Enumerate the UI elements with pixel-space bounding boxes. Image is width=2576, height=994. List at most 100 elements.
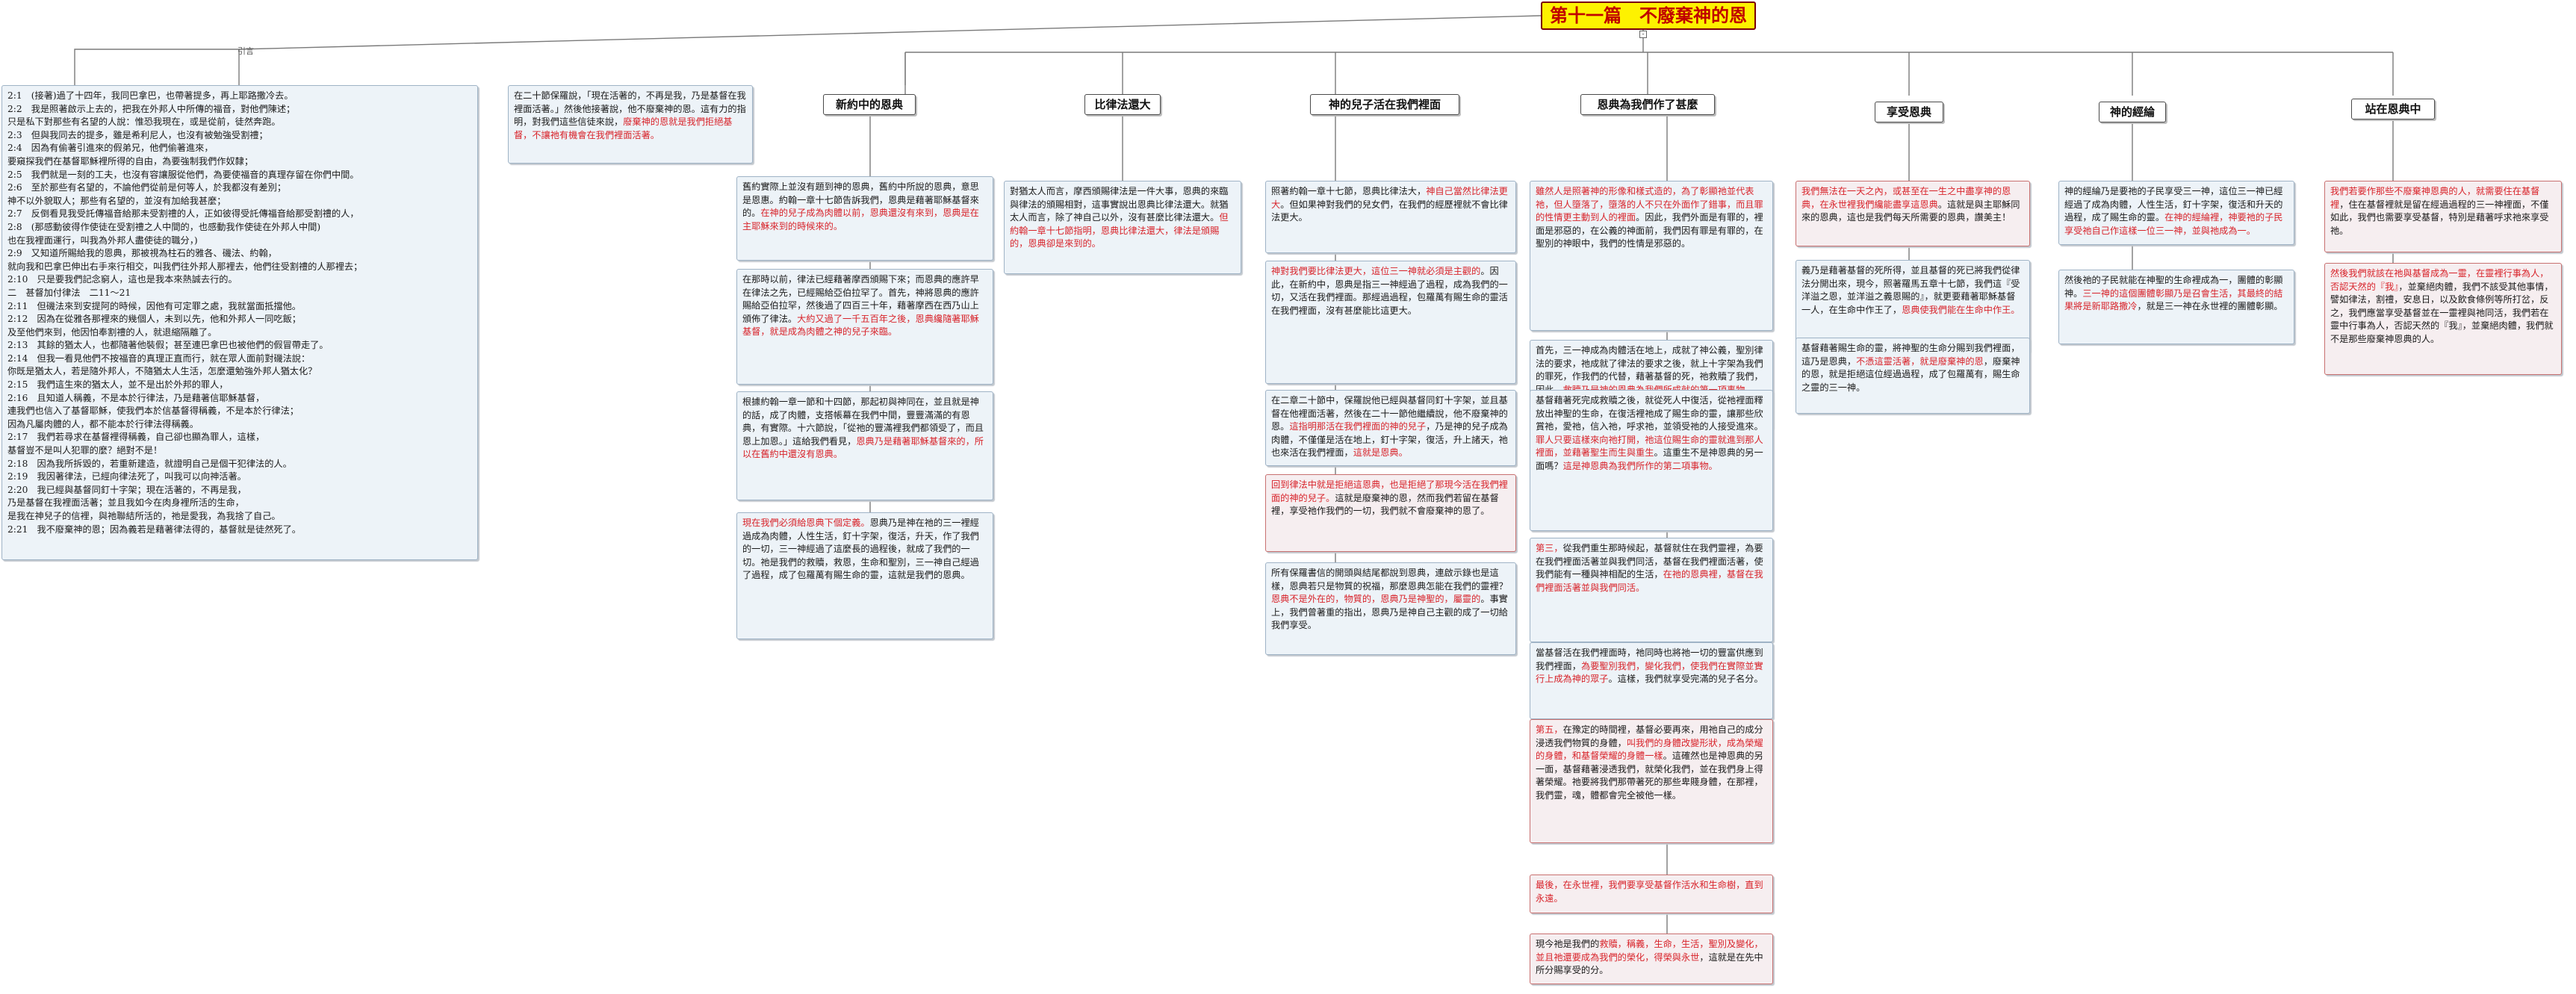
topic-standing-in-grace[interactable]: 站在恩典中 bbox=[2351, 99, 2435, 119]
highlight-text: 第五， bbox=[1536, 724, 1563, 735]
line-text: 神不以外貌取人；那些有名望的，並沒有加給我甚麼； bbox=[7, 195, 226, 206]
highlight-text: 不憑這靈活著，就是廢棄神的恩 bbox=[1856, 355, 1984, 367]
line-text: 及至他們來到，他因怕奉割禮的人，就退縮隔離了。 bbox=[7, 326, 217, 338]
scripture-line: 2:18 因為我所拆毀的，若重新建造，就證明自己是個干犯律法的人。 bbox=[7, 458, 472, 471]
topic-greater-than-law[interactable]: 比律法還大 bbox=[1084, 94, 1161, 115]
line-text: 2:17 我們若尋求在基督裡得稱義，自己卻也顯為罪人，這樣， bbox=[7, 432, 265, 443]
body-text: 現今祂是我們的 bbox=[1536, 939, 1600, 949]
line-text: 是我在神兒子的信裡，與祂聯結所活的，祂是愛我，為我捨了自己。 bbox=[7, 511, 281, 521]
body-text: 對猶太人而言，摩西頒賜律法是一件大事，恩典的來臨與律法的頒賜相對，這事實說出恩典… bbox=[1010, 186, 1229, 223]
body-text: 所有保羅書信的開頭與結尾都說到恩典，連啟示錄也是這樣，恩典若只是物質的祝福，那麼… bbox=[1271, 568, 1508, 591]
line-text: 2:19 我因著律法，已經向律法死了，叫我可以向神活著。 bbox=[7, 471, 246, 482]
line-text: 乃是基督在我裡面活著；並且我如今在肉身裡所活的生命， bbox=[7, 497, 244, 509]
topic-son-of-god-lives-in-us[interactable]: 神的兒子活在我們裡面 bbox=[1310, 94, 1459, 115]
scripture-line: 乃是基督在我裡面活著；並且我如今在肉身裡所活的生命， bbox=[7, 497, 472, 510]
scripture-line: 2:15 我們這生來的猶太人，並不是出於外邦的罪人， bbox=[7, 379, 472, 392]
highlight-text: 這就是恩典。 bbox=[1353, 447, 1408, 459]
body-text: 基督藉著死完成救贖之後，就從死人中復活，從祂裡面釋放出神聖的生命，在復活裡祂成了… bbox=[1536, 395, 1763, 432]
line-text: 只是私下對那些有名望的人說：惟恐我現在，或是從前，徒然奔跑。 bbox=[7, 117, 281, 128]
highlight-text: 第三， bbox=[1536, 543, 1563, 553]
scripture-line: 只是私下對那些有名望的人說：惟恐我現在，或是從前，徒然奔跑。 bbox=[7, 116, 472, 129]
note-god-economy-enjoy: 神的經綸乃是要祂的子民享受三一神，這位三一神已經經過了成為肉體，人性生活，釘十字… bbox=[2058, 181, 2294, 245]
line-text: 2:16 且知道人稱義，不是本於行律法，乃是藉著信耶穌基督， bbox=[7, 392, 265, 403]
line-text: 2:13 其餘的猶太人，也都隨著他裝假；甚至連巴拿巴也被他們的假冒帶走了。 bbox=[7, 340, 329, 351]
note-intro-scripture: 2:1 (接著)過了十四年，我同巴拿巴，也帶著提多，再上耶路撒冷去。 2:2 我是… bbox=[1, 85, 478, 560]
body-text: ，就是三一神在永世裡的團體彰顯。 bbox=[2137, 301, 2283, 312]
topic-grace-in-new-testament[interactable]: 新約中的恩典 bbox=[823, 94, 916, 115]
note-sanctify-transform: 當基督活在我們裡面時，祂同時也將祂一切的豐富供應到我們裡面，為要聖別我們，變化我… bbox=[1530, 642, 1773, 719]
topic-what-grace-did-for-us[interactable]: 恩典為我們作了甚麼 bbox=[1580, 94, 1715, 115]
highlight-text: 神對我們要比律法更大，這位三一神就必須是主觀的 bbox=[1271, 266, 1481, 276]
note-law-given-before-grace: 在那時以前，律法已經藉著摩西頒賜下來；而恩典的應許早在律法之先，已經賜給亞伯拉罕… bbox=[736, 269, 993, 385]
scripture-line: 2:4 因為有偷著引進來的假弟兄，他們偷著進來， bbox=[7, 142, 472, 155]
note-god-greater-than-law: 照著約翰一章十七節，恩典比律法大，神自己當然比律法更大。但如果神對我們的兒女們，… bbox=[1265, 181, 1516, 253]
topic-enjoying-grace[interactable]: 享受恩典 bbox=[1875, 102, 1943, 122]
note-christ-lives-in-us-third: 第三，從我們重生那時候起，基督就住在我們靈裡，為要在我們裡面活著並與我們同活，基… bbox=[1530, 538, 1773, 642]
line-text: 2:18 因為我所拆毀的，若重新建造，就證明自己是個干犯律法的人。 bbox=[7, 458, 292, 469]
line-text: 要窺探我們在基督耶穌裡所得的自由，為要強制我們作奴隸； bbox=[7, 155, 254, 167]
note-regeneration-second: 基督藉著死完成救贖之後，就從死人中復活，從祂裡面釋放出神聖的生命，在復活裡祂成了… bbox=[1530, 390, 1773, 531]
scripture-line: 是我在神兒子的信裡，與祂聯結所活的，祂是愛我，為我捨了自己。 bbox=[7, 510, 472, 524]
scripture-line: 2:17 我們若尋求在基督裡得稱義，自己卻也顯為罪人，這樣， bbox=[7, 431, 472, 444]
line-text: 2:8 (那感動彼得作使徒在受割禮之人中間的，也感動我作使徒在外邦人中間) bbox=[7, 221, 321, 232]
highlight-text: 現在我們必須給恩典下個定義。 bbox=[742, 518, 870, 528]
note-son-living-in-us: 在二章二十節中，保羅說他已經與基督同釘十字架，並且基督在他裡面活著，然後在二十一… bbox=[1265, 390, 1516, 466]
note-not-nullify-grace: 在二十節保羅說，「現在活著的，不再是我，乃是基督在我裡面活著。」然後他接著說，他… bbox=[508, 85, 753, 164]
line-text: 因為凡屬肉體的人，都不能本於行律法得稱義。 bbox=[7, 418, 199, 429]
line-text: 2:4 因為有偷著引進來的假弟兄，他們偷著進來， bbox=[7, 143, 214, 154]
note-grace-came-by-jesus: 舊約實際上並沒有題到神的恩典，舊約中所說的恩典，意思是恩惠。約翰一章十七節告訴我… bbox=[736, 176, 993, 261]
highlight-text: 恩典不是外在的，物質的，恩典乃是神聖的，屬靈的 bbox=[1271, 594, 1481, 605]
line-text: 2:14 但我一看見他們不按福音的真理正直而行，就在眾人面前對磯法說： bbox=[7, 352, 311, 364]
scripture-line: 2:11 但磯法來到安提阿的時候，因他有可定罪之處，我就當面抵擋他。 bbox=[7, 300, 472, 314]
line-text: 2:2 我是照著啟示上去的，把我在外邦人中所傳的福音，對他們陳述； bbox=[7, 103, 296, 114]
note-enjoy-grace-eternity: 我們無法在一天之內，或甚至在一生之中盡享神的恩典，在永世裡我們纔能盡享這恩典。這… bbox=[1796, 181, 2030, 246]
line-text: 2:3 但與我同去的提多，雖是希利尼人，也沒有被勉強受割禮； bbox=[7, 129, 268, 140]
line-text: 2:7 反倒看見我受託傳福音給那未受割禮的人，正如彼得受託傳福音給那受割禮的人， bbox=[7, 208, 359, 220]
line-text: 2:10 只是要我們記念窮人，這也是我本來熱誠去行的。 bbox=[7, 274, 238, 285]
scripture-line: 2:5 我們就是一刻的工夫，也沒有容讓服從他們，為要使福音的真理存留在你們中間。 bbox=[7, 169, 472, 182]
collapse-icon[interactable]: - bbox=[1639, 31, 1647, 38]
note-grace-greater-than-law: 對猶太人而言，摩西頒賜律法是一件大事，恩典的來臨與律法的頒賜相對，這事實說出恩典… bbox=[1004, 181, 1241, 274]
line-text: 2:21 我不廢棄神的恩；因為義若是藉著律法得的，基督就是徒然死了。 bbox=[7, 524, 301, 535]
highlight-text: 最後，在永世裡，我們要享受基督作活水和生命樹，直到永遠。 bbox=[1536, 880, 1763, 904]
scripture-line: 及至他們來到，他因怕奉割禮的人，就退縮隔離了。 bbox=[7, 326, 472, 340]
root-title[interactable]: 第十一篇 不廢棄神的恩 bbox=[1541, 1, 1756, 30]
highlight-text: 在神的兒子成為肉體以前，恩典還沒有來到，恩典是在主耶穌來到的時候來的。 bbox=[742, 208, 979, 232]
scripture-line: 2:21 我不廢棄神的恩；因為義若是藉著律法得的，基督就是徒然死了。 bbox=[7, 524, 472, 537]
scripture-line: 2:14 但我一看見他們不按福音的真理正直而行，就在眾人面前對磯法說： bbox=[7, 352, 472, 366]
line-text: 基督豈不是叫人犯罪的麼？絕對不是！ bbox=[7, 445, 163, 456]
line-text: 你既是猶太人，若是隨外邦人，不隨猶太人生活，怎麼還勉強外邦人猶太化？ bbox=[7, 366, 317, 377]
branch-label-left: 引言 bbox=[238, 46, 254, 56]
scripture-line: 2:6 至於那些有名望的，不論他們從前是何等人，於我都沒有差別； bbox=[7, 181, 472, 195]
scripture-line: 基督豈不是叫人犯罪的麼？絕對不是！ bbox=[7, 444, 472, 458]
scripture-line: 神不以外貌取人；那些有名望的，並沒有加給我甚麼； bbox=[7, 195, 472, 208]
scripture-line: 二 甚督加付律法 二11～21 bbox=[7, 287, 472, 300]
line-text: 也在我裡面運行，叫我為外邦人盡使徒的職分，) bbox=[7, 234, 198, 246]
body-text: 照著約翰一章十七節，恩典比律法大， bbox=[1271, 186, 1427, 196]
highlight-text: 這是神恩典為我們所作的第二項事物。 bbox=[1562, 460, 1718, 471]
scripture-line: 2:3 但與我同去的提多，雖是希利尼人，也沒有被勉強受割禮； bbox=[7, 129, 472, 143]
line-text: 二 甚督加付律法 二11～21 bbox=[7, 287, 131, 298]
note-grace-is-spiritual: 所有保羅書信的開頭與結尾都說到恩典，連啟示錄也是這樣，恩典若只是物質的祝福，那麼… bbox=[1265, 562, 1516, 655]
scripture-line: 2:10 只是要我們記念窮人，這也是我本來熱誠去行的。 bbox=[7, 273, 472, 287]
note-definition-of-grace: 現在我們必須給恩典下個定義。恩典乃是神在祂的三一裡經過成為肉體，人性生活，釘十字… bbox=[736, 512, 993, 639]
scripture-line: 2:2 我是照著啟示上去的，把我在外邦人中所傳的福音，對他們陳述； bbox=[7, 103, 472, 117]
line-text: 2:12 因為在從雅各那裡來的幾個人，未到以先，他和外邦人一同吃飯； bbox=[7, 314, 301, 325]
note-word-became-flesh: 根據約翰一章一節和十四節，那起初與神同在，並且就是神的話，成了肉體，支搭帳幕在我… bbox=[736, 391, 993, 500]
highlight-text: 這指明那活在我們裡面的神的兒子 bbox=[1289, 421, 1427, 432]
scripture-line: 2:20 我已經與基督同釘十字架；現在活著的，不再是我， bbox=[7, 484, 472, 497]
scripture-line: 你既是猶太人，若是隨外邦人，不隨猶太人生活，怎麼還勉強外邦人猶太化？ bbox=[7, 365, 472, 379]
note-life-giving-spirit: 基督藉著賜生命的靈，將神聖的生命分賜到我們裡面，這乃是恩典，不憑這靈活著，就是廢… bbox=[1796, 338, 2030, 414]
scripture-line: 要窺探我們在基督耶穌裡所得的自由，為要強制我們作奴隸； bbox=[7, 155, 472, 169]
line-text: 就向我和巴拿巴伸出右手來行相交，叫我們往外邦人那裡去，他們往受割禮的人那裡去； bbox=[7, 261, 363, 272]
scripture-line: 2:8 (那感動彼得作使徒在受割禮之人中間的，也感動我作使徒在外邦人中間) bbox=[7, 221, 472, 234]
note-man-fallen: 雖然人是照著神的形像和樣式造的，為了彰顯祂並代表祂，但人墮落了，墮落的人不只在外… bbox=[1530, 181, 1773, 331]
note-christ-is-our-all: 現今祂是我們的救贖，稱義，生命，生活，聖別及變化，並且祂還要成為我們的榮化，得榮… bbox=[1530, 934, 1773, 984]
topic-economy-of-god[interactable]: 神的經綸 bbox=[2099, 102, 2166, 122]
scripture-line: 2:1 (接著)過了十四年，我同巴拿巴，也帶著提多，再上耶路撒冷去。 bbox=[7, 90, 472, 103]
line-text: 2:20 我已經與基督同釘十字架；現在活著的，不再是我， bbox=[7, 484, 246, 495]
scripture-line: 2:9 又知道所賜給我的恩典，那被視為柱石的雅各、磯法、約翰， bbox=[7, 247, 472, 261]
scripture-line: 2:19 我因著律法，已經向律法死了，叫我可以向神活著。 bbox=[7, 470, 472, 484]
body-text: 。但如果神對我們的兒女們，在我們的經歷裡就不會比律法更大。 bbox=[1271, 199, 1508, 223]
note-eternity-enjoyment: 最後，在永世裡，我們要享受基督作活水和生命樹，直到永遠。 bbox=[1530, 875, 1773, 913]
